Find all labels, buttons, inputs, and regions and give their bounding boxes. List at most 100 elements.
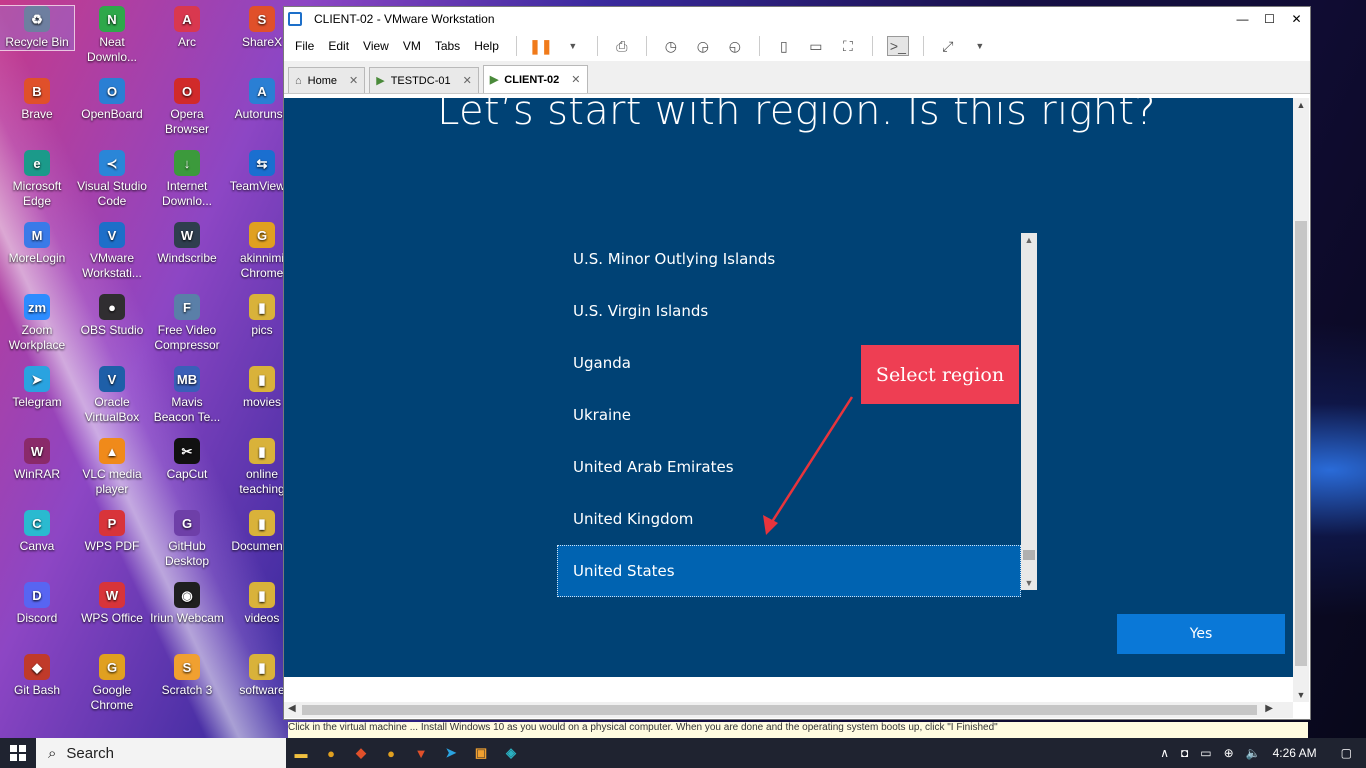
- desktop-icon[interactable]: ↓ Internet Downlo...: [150, 150, 224, 209]
- desktop-icon[interactable]: e Microsoft Edge: [0, 150, 74, 209]
- horizontal-scrollbar[interactable]: ◀ ▶: [284, 702, 1293, 718]
- scrollbar-thumb[interactable]: [302, 705, 1257, 715]
- notification-icon[interactable]: ▢: [1341, 746, 1352, 760]
- minimize-button[interactable]: —: [1229, 12, 1256, 26]
- yes-button[interactable]: Yes: [1117, 614, 1285, 654]
- full-screen-icon[interactable]: ⛶: [838, 37, 858, 55]
- vertical-scrollbar[interactable]: ▲ ▼: [1293, 98, 1309, 702]
- language-icon[interactable]: ⊕: [1224, 746, 1234, 760]
- desktop-icon[interactable]: N Neat Downlo...: [75, 6, 149, 65]
- desktop-icon[interactable]: ● OBS Studio: [75, 294, 149, 338]
- chevron-down-icon[interactable]: ▼: [970, 37, 990, 55]
- desktop-icon[interactable]: V VMware Workstati...: [75, 222, 149, 281]
- revert-snapshot-icon[interactable]: ◶: [693, 37, 713, 55]
- menu-vm[interactable]: VM: [403, 39, 421, 53]
- scroll-down-icon[interactable]: ▼: [1293, 690, 1309, 700]
- desktop-icon[interactable]: ≺ Visual Studio Code: [75, 150, 149, 209]
- menu-edit[interactable]: Edit: [328, 39, 349, 53]
- tab-testdc-01[interactable]: ▶ TESTDC-01 ✕: [369, 67, 479, 93]
- close-tab-icon[interactable]: ✕: [463, 74, 472, 87]
- app-icon: ✂: [174, 438, 200, 464]
- pause-icon[interactable]: ❚❚: [529, 37, 552, 55]
- app-icon: O: [99, 78, 125, 104]
- desktop-icon[interactable]: D Discord: [0, 582, 74, 626]
- stretch-guest-icon[interactable]: ⤢: [938, 37, 958, 55]
- desktop-icon[interactable]: ➤ Telegram: [0, 366, 74, 410]
- region-option[interactable]: U.S. Virgin Islands: [557, 285, 1021, 337]
- desktop-icon[interactable]: O Opera Browser: [150, 78, 224, 137]
- desktop-icon[interactable]: ◉ Iriun Webcam: [150, 582, 224, 626]
- scrollbar-thumb[interactable]: [1295, 221, 1307, 666]
- battery-icon[interactable]: ▭: [1200, 746, 1211, 760]
- camera-icon[interactable]: ◘: [1181, 746, 1188, 760]
- region-list-scrollbar[interactable]: ▲ ▼: [1021, 233, 1037, 590]
- maximize-button[interactable]: ☐: [1256, 12, 1283, 26]
- desktop-icon[interactable]: W WinRAR: [0, 438, 74, 482]
- brave-icon[interactable]: ▼: [406, 738, 436, 768]
- library-icon[interactable]: ▯: [774, 37, 794, 55]
- chevron-up-icon[interactable]: ∧: [1160, 746, 1169, 760]
- scrollbar-thumb[interactable]: [1023, 550, 1035, 560]
- app-icon: D: [24, 582, 50, 608]
- desktop-icon[interactable]: W WPS Office: [75, 582, 149, 626]
- telegram-icon[interactable]: ➤: [436, 738, 466, 768]
- thumbnail-bar-icon[interactable]: ▭: [806, 37, 826, 55]
- close-button[interactable]: ✕: [1283, 12, 1310, 26]
- close-tab-icon[interactable]: ✕: [349, 74, 358, 87]
- desktop-icon-label: Windscribe: [157, 251, 217, 265]
- git-icon[interactable]: ◆: [346, 738, 376, 768]
- desktop-icon[interactable]: W Windscribe: [150, 222, 224, 266]
- desktop-icon[interactable]: zm Zoom Workplace: [0, 294, 74, 353]
- menu-view[interactable]: View: [363, 39, 389, 53]
- scroll-right-icon[interactable]: ▶: [1265, 703, 1273, 714]
- scroll-up-icon[interactable]: ▲: [1021, 235, 1037, 245]
- console-view-icon[interactable]: >_: [886, 36, 909, 56]
- desktop-icon[interactable]: P WPS PDF: [75, 510, 149, 554]
- scroll-up-icon[interactable]: ▲: [1293, 100, 1309, 110]
- menu-help[interactable]: Help: [474, 39, 499, 53]
- desktop-icon[interactable]: M MoreLogin: [0, 222, 74, 266]
- send-ctrl-alt-del-icon[interactable]: ⎙: [612, 37, 632, 55]
- desktop-icon[interactable]: ◆ Git Bash: [0, 654, 74, 698]
- clock[interactable]: 4:26 AM: [1273, 746, 1317, 760]
- start-button[interactable]: [0, 738, 36, 768]
- scroll-down-icon[interactable]: ▼: [1021, 578, 1037, 588]
- scroll-left-icon[interactable]: ◀: [288, 703, 296, 714]
- desktop-icon[interactable]: S Scratch 3: [150, 654, 224, 698]
- desktop-icon[interactable]: ✂ CapCut: [150, 438, 224, 482]
- menu-file[interactable]: File: [295, 39, 314, 53]
- desktop-icon[interactable]: A Arc: [150, 6, 224, 50]
- tab-client-02[interactable]: ▶ CLIENT-02 ✕: [482, 65, 588, 93]
- chrome-profile-icon[interactable]: ●: [376, 738, 406, 768]
- desktop-icon[interactable]: F Free Video Compressor: [150, 294, 224, 353]
- file-explorer-icon[interactable]: ▬: [286, 738, 316, 768]
- chrome-icon[interactable]: ●: [316, 738, 346, 768]
- desktop-icon[interactable]: C Canva: [0, 510, 74, 554]
- taskbar-search[interactable]: ⌕ Search: [36, 738, 286, 768]
- chevron-down-icon[interactable]: ▼: [563, 37, 583, 55]
- close-tab-icon[interactable]: ✕: [571, 73, 580, 86]
- desktop-icon[interactable]: ▲ VLC media player: [75, 438, 149, 497]
- snapshot-manager-icon[interactable]: ◵: [725, 37, 745, 55]
- desktop-icon[interactable]: MB Mavis Beacon Te...: [150, 366, 224, 425]
- desktop-icon[interactable]: B Brave: [0, 78, 74, 122]
- tab-home[interactable]: ⌂ Home ✕: [288, 67, 366, 93]
- app-icon[interactable]: ◈: [496, 738, 526, 768]
- volume-icon[interactable]: 🔈: [1246, 746, 1261, 760]
- region-option-selected[interactable]: United States: [557, 545, 1021, 597]
- app-icon: C: [24, 510, 50, 536]
- desktop-icon[interactable]: G Google Chrome: [75, 654, 149, 713]
- guest-console[interactable]: Let’s start with region. Is this right? …: [284, 98, 1293, 677]
- app-icon: ▮: [249, 510, 275, 536]
- region-option[interactable]: U.S. Minor Outlying Islands: [557, 233, 1021, 285]
- snapshot-icon[interactable]: ◷: [661, 37, 681, 55]
- app-icon: ♻: [24, 6, 50, 32]
- menu-tabs[interactable]: Tabs: [435, 39, 460, 53]
- desktop-icon[interactable]: O OpenBoard: [75, 78, 149, 122]
- desktop-icon-label: Canva: [19, 539, 55, 553]
- desktop-icon[interactable]: ♻ Recycle Bin: [0, 5, 75, 51]
- vmware-taskbar-icon[interactable]: ▣: [466, 738, 496, 768]
- app-icon: ≺: [99, 150, 125, 176]
- desktop-icon[interactable]: G GitHub Desktop: [150, 510, 224, 569]
- desktop-icon[interactable]: V Oracle VirtualBox: [75, 366, 149, 425]
